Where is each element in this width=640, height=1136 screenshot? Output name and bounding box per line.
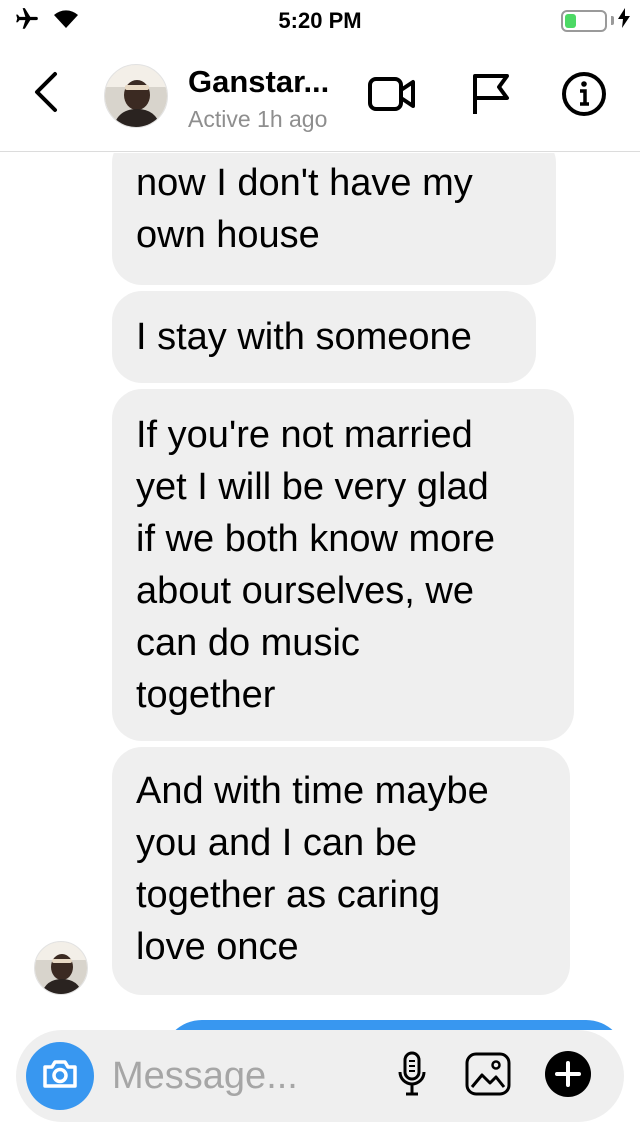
camera-button[interactable] bbox=[26, 1042, 94, 1110]
message-composer bbox=[16, 1030, 624, 1122]
voice-message-button[interactable] bbox=[382, 1046, 442, 1106]
battery-cap bbox=[611, 16, 614, 25]
flag-icon bbox=[469, 72, 511, 121]
gallery-button[interactable] bbox=[458, 1046, 518, 1106]
sender-avatar[interactable] bbox=[34, 941, 88, 995]
info-button[interactable] bbox=[556, 70, 612, 122]
contact-name[interactable]: Ganstar... bbox=[188, 64, 348, 100]
sent-message-bubble[interactable] bbox=[162, 1020, 626, 1030]
message-text: If you're not married yet I will be very… bbox=[136, 414, 496, 716]
info-icon bbox=[561, 71, 607, 122]
report-button[interactable] bbox=[462, 70, 518, 122]
message-text: now I don't have my own house bbox=[136, 162, 473, 256]
charging-bolt-icon bbox=[618, 8, 630, 33]
contact-avatar[interactable] bbox=[104, 64, 168, 128]
message-bubble[interactable]: If you're not married yet I will be very… bbox=[112, 389, 574, 741]
status-bar: 5:20 PM bbox=[0, 0, 640, 40]
message-input[interactable] bbox=[112, 1050, 372, 1102]
back-chevron-icon bbox=[33, 70, 59, 119]
chat-header: Ganstar... Active 1h ago bbox=[0, 40, 640, 152]
video-call-button[interactable] bbox=[364, 70, 420, 122]
plus-icon bbox=[544, 1050, 592, 1103]
microphone-icon bbox=[397, 1050, 427, 1103]
back-button[interactable] bbox=[26, 68, 66, 120]
message-text: I stay with someone bbox=[136, 316, 472, 358]
gallery-icon bbox=[464, 1051, 512, 1102]
video-camera-icon bbox=[367, 74, 417, 119]
camera-icon bbox=[41, 1058, 79, 1095]
status-right bbox=[561, 8, 630, 33]
more-options-button[interactable] bbox=[538, 1046, 598, 1106]
message-bubble[interactable]: I stay with someone bbox=[112, 291, 536, 383]
contact-active-status: Active 1h ago bbox=[188, 106, 328, 132]
message-bubble[interactable]: now I don't have my own house bbox=[112, 153, 556, 285]
message-thread[interactable]: now I don't have my own house I stay wit… bbox=[0, 153, 640, 1030]
status-time: 5:20 PM bbox=[278, 8, 362, 33]
battery-icon bbox=[561, 9, 607, 32]
message-text: And with time maybe you and I can be tog… bbox=[136, 770, 489, 968]
battery-level bbox=[565, 13, 577, 28]
message-bubble[interactable]: And with time maybe you and I can be tog… bbox=[112, 747, 570, 995]
